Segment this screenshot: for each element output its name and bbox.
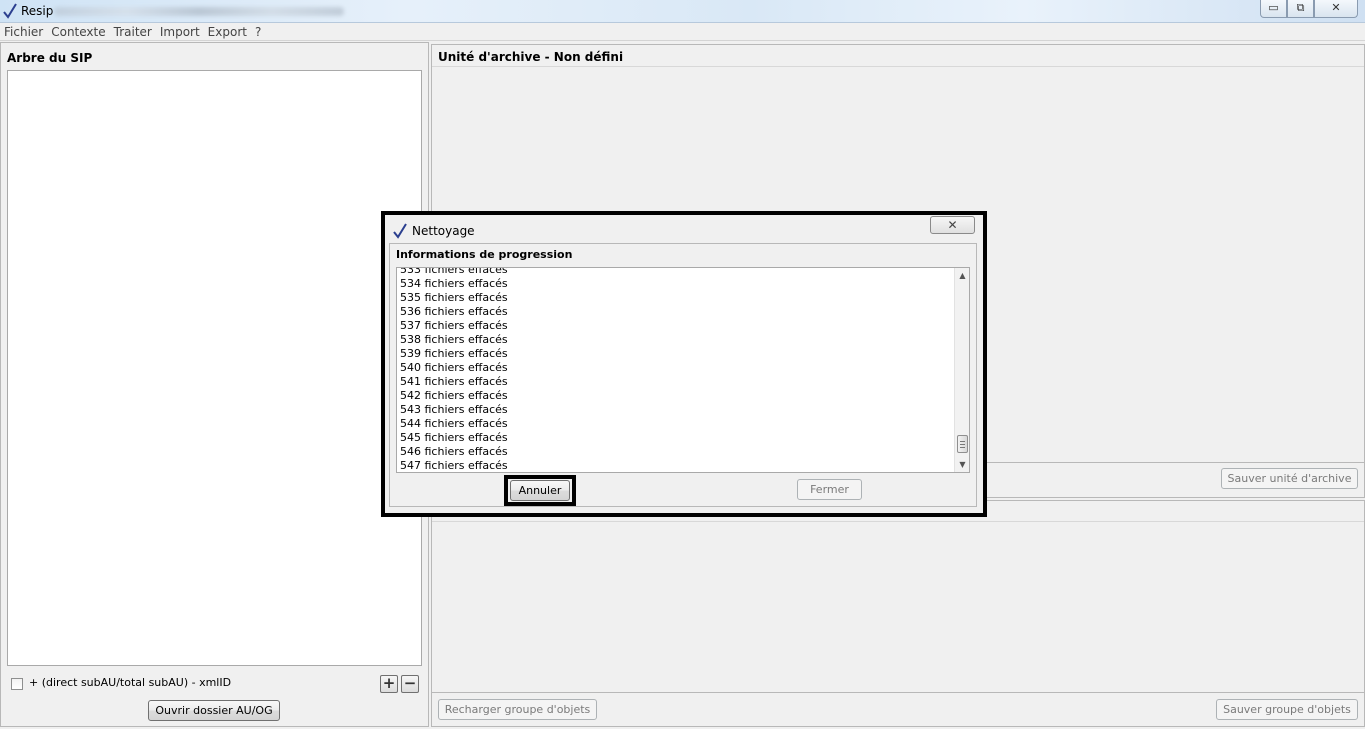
dialog-close-button[interactable]: ✕ — [930, 216, 975, 234]
window-titlebar: Resip ▭ ⧉ ✕ — [0, 0, 1365, 23]
log-line: 537 fichiers effacés — [400, 319, 508, 332]
close-dialog-button[interactable]: Fermer — [797, 479, 862, 500]
reload-object-group-button[interactable]: Recharger groupe d'objets — [438, 699, 597, 720]
subau-count-checkbox[interactable] — [11, 678, 23, 690]
cancel-button-highlight: Annuler — [504, 475, 576, 506]
scroll-up-arrow-icon[interactable]: ▲ — [955, 268, 969, 283]
log-line: 538 fichiers effacés — [400, 333, 508, 346]
window-title: Resip — [21, 4, 54, 18]
divider — [432, 66, 1364, 67]
close-window-button[interactable]: ✕ — [1314, 0, 1358, 18]
minimize-icon: ▭ — [1268, 1, 1279, 14]
log-line: 545 fichiers effacés — [400, 431, 508, 444]
log-line: 544 fichiers effacés — [400, 417, 508, 430]
progress-log[interactable]: 533 fichiers effacés 534 fichiers effacés… — [396, 267, 970, 473]
close-icon: ✕ — [1331, 1, 1341, 14]
close-icon: ✕ — [947, 218, 958, 232]
menu-traiter[interactable]: Traiter — [114, 23, 152, 40]
cleanup-dialog: Nettoyage ✕ Informations de progression … — [381, 211, 987, 517]
log-line: 533 fichiers effacés — [400, 267, 508, 276]
scroll-down-arrow-icon[interactable]: ▼ — [955, 457, 969, 472]
log-line: 541 fichiers effacés — [400, 375, 508, 388]
menu-import[interactable]: Import — [160, 23, 200, 40]
blurred-window-path — [54, 7, 344, 16]
restore-icon: ⧉ — [1296, 1, 1305, 14]
sip-tree-title: Arbre du SIP — [7, 51, 93, 65]
object-group-panel: Recharger groupe d'objets Sauver groupe … — [431, 500, 1365, 727]
log-line: 539 fichiers effacés — [400, 347, 508, 360]
menu-fichier[interactable]: Fichier — [4, 23, 43, 40]
restore-button[interactable]: ⧉ — [1287, 0, 1314, 18]
sip-tree-panel: Arbre du SIP + (direct subAU/total subAU… — [0, 42, 429, 727]
menu-export[interactable]: Export — [208, 23, 247, 40]
log-line: 547 fichiers effacés — [400, 459, 508, 472]
cancel-button[interactable]: Annuler — [510, 480, 570, 501]
log-line: 546 fichiers effacés — [400, 445, 508, 458]
menu-help[interactable]: ? — [255, 23, 261, 40]
collapse-button[interactable]: − — [401, 675, 419, 693]
scrollbar-thumb[interactable] — [957, 435, 968, 453]
open-au-og-folder-button[interactable]: Ouvrir dossier AU/OG — [148, 700, 280, 721]
subau-count-label: + (direct subAU/total subAU) - xmlID — [29, 676, 232, 689]
log-line: 535 fichiers effacés — [400, 291, 508, 304]
expand-button[interactable]: + — [380, 675, 398, 693]
save-archive-unit-button[interactable]: Sauver unité d'archive — [1221, 468, 1358, 489]
log-line: 534 fichiers effacés — [400, 277, 508, 290]
resip-logo-icon — [3, 3, 17, 19]
log-line: 536 fichiers effacés — [400, 305, 508, 318]
progress-section-title: Informations de progression — [396, 248, 573, 261]
menu-contexte[interactable]: Contexte — [51, 23, 105, 40]
log-line: 542 fichiers effacés — [400, 389, 508, 402]
progress-log-lines: 533 fichiers effacés 534 fichiers effacés… — [400, 267, 508, 472]
log-line: 540 fichiers effacés — [400, 361, 508, 374]
log-scrollbar[interactable]: ▲ ▼ — [954, 268, 969, 472]
sip-tree-view[interactable] — [7, 70, 422, 666]
log-line: 543 fichiers effacés — [400, 403, 508, 416]
archive-unit-title: Unité d'archive - Non défini — [438, 50, 624, 64]
dialog-title: Nettoyage — [412, 224, 475, 238]
progress-section: Informations de progression 533 fichiers… — [389, 243, 977, 507]
menu-bar: Fichier Contexte Traiter Import Export ? — [0, 23, 1365, 41]
divider — [432, 521, 1364, 522]
divider — [432, 692, 1364, 693]
save-object-group-button[interactable]: Sauver groupe d'objets — [1216, 699, 1358, 720]
resip-logo-icon — [393, 223, 407, 239]
minimize-button[interactable]: ▭ — [1260, 0, 1287, 18]
